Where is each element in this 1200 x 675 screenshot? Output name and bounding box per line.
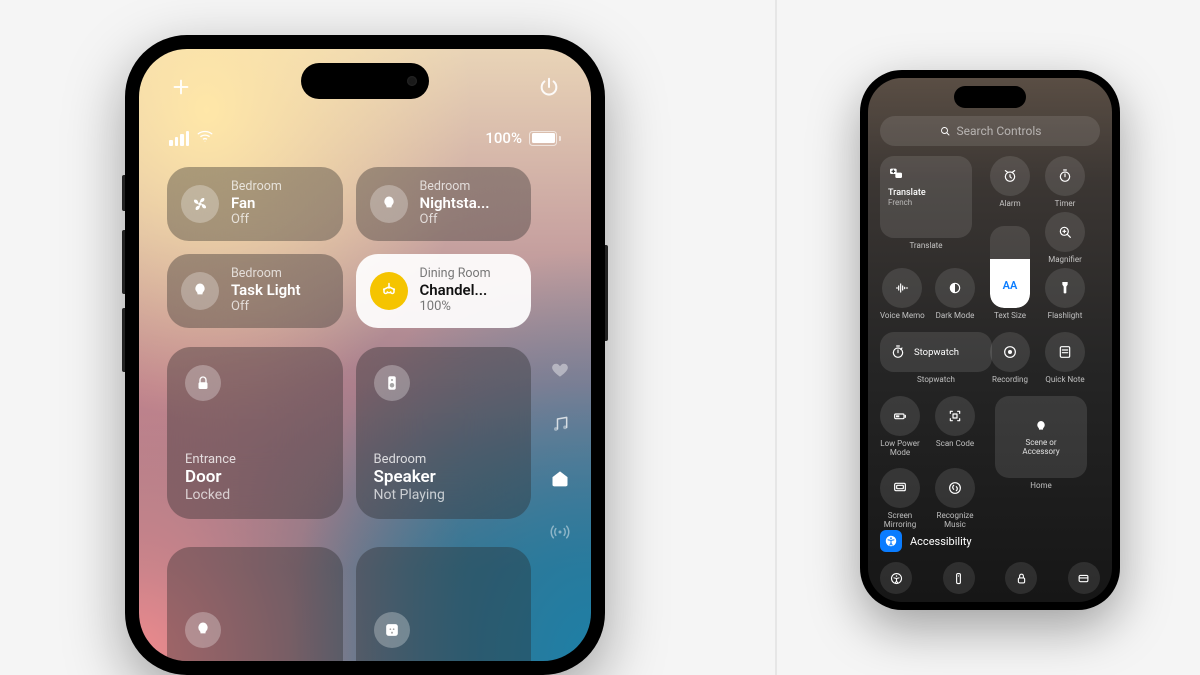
cellular-signal-icon bbox=[169, 131, 189, 146]
tile-bedroom-nightstand[interactable]: Bedroom Nightsta... Off bbox=[356, 167, 532, 241]
side-broadcast-icon[interactable] bbox=[549, 521, 571, 543]
alarm-icon bbox=[1002, 168, 1018, 184]
fan-icon bbox=[181, 185, 219, 223]
tile-state: 100% bbox=[420, 299, 491, 314]
control-timer[interactable]: Timer bbox=[1045, 156, 1085, 209]
tile-name: Chandel... bbox=[420, 282, 491, 300]
side-music-icon[interactable] bbox=[549, 413, 571, 435]
page-dot-wallet[interactable] bbox=[1068, 562, 1100, 594]
tile-state: Not Playing bbox=[374, 487, 514, 503]
bulb-icon bbox=[1033, 419, 1049, 435]
control-magnifier[interactable]: Magnifier bbox=[1045, 212, 1085, 265]
tile-room: Bedroom bbox=[420, 180, 490, 195]
accessibility-icon bbox=[880, 530, 902, 552]
shazam-icon bbox=[947, 480, 963, 496]
side-favorites-icon[interactable] bbox=[549, 359, 571, 381]
battery-percent: 100% bbox=[485, 129, 522, 147]
tile-name: Speaker bbox=[374, 467, 514, 487]
tile-state: Locked bbox=[185, 487, 325, 503]
page-dot-lock[interactable] bbox=[1005, 562, 1037, 594]
stopwatch-icon bbox=[890, 344, 906, 360]
tile-bedroom-fan[interactable]: Bedroom Fan Off bbox=[167, 167, 343, 241]
accessibility-row[interactable]: Accessibility bbox=[880, 530, 972, 552]
control-recording[interactable]: Recording bbox=[990, 332, 1030, 385]
add-control-button[interactable] bbox=[169, 75, 193, 99]
control-dark-mode[interactable]: Dark Mode bbox=[935, 268, 975, 321]
home-control-center-screen: 100% Bedroom Fan Off Bedroom bbox=[139, 49, 591, 661]
phone-right-frame: Search Controls Translate French Transla… bbox=[860, 70, 1120, 610]
control-alarm[interactable]: Alarm bbox=[990, 156, 1030, 209]
search-placeholder: Search Controls bbox=[957, 124, 1042, 138]
battery-icon bbox=[892, 408, 908, 424]
power-button[interactable] bbox=[537, 75, 561, 99]
control-low-power[interactable]: Low Power Mode bbox=[880, 396, 920, 458]
wifi-icon bbox=[196, 127, 214, 149]
dynamic-island bbox=[301, 63, 429, 99]
control-text-size[interactable]: AA Text Size bbox=[990, 226, 1030, 321]
status-bar: 100% bbox=[139, 127, 591, 149]
control-recognize-music[interactable]: Recognize Music bbox=[935, 468, 975, 530]
tile-dining-chandelier[interactable]: Dining Room Chandel... 100% bbox=[356, 254, 532, 328]
tile-room: Bedroom bbox=[374, 452, 514, 467]
panel-divider bbox=[775, 0, 777, 675]
chandelier-icon bbox=[370, 272, 408, 310]
outlet-icon bbox=[374, 612, 410, 648]
tile-cut-outlet[interactable] bbox=[356, 547, 532, 661]
dark-mode-icon bbox=[947, 280, 963, 296]
control-scene-accessory[interactable]: Scene or Accessory Home bbox=[995, 396, 1087, 491]
magnifier-icon bbox=[1057, 224, 1073, 240]
record-icon bbox=[1002, 344, 1018, 360]
mirroring-icon bbox=[892, 480, 908, 496]
controls-gallery-screen: Search Controls Translate French Transla… bbox=[868, 78, 1112, 602]
tile-room: Entrance bbox=[185, 452, 325, 467]
phone-left-frame: 100% Bedroom Fan Off Bedroom bbox=[125, 35, 605, 675]
battery-icon bbox=[529, 131, 561, 146]
control-translate[interactable]: Translate French Translate bbox=[880, 156, 972, 251]
flashlight-icon bbox=[1057, 280, 1073, 296]
tile-name: Door bbox=[185, 467, 325, 487]
tile-room: Bedroom bbox=[231, 180, 282, 195]
tile-name: Task Light bbox=[231, 282, 301, 300]
control-flashlight[interactable]: Flashlight bbox=[1045, 268, 1085, 321]
text-size-slider[interactable]: AA bbox=[990, 226, 1030, 308]
qr-icon bbox=[947, 408, 963, 424]
tile-room: Bedroom bbox=[231, 267, 301, 282]
waveform-icon bbox=[894, 280, 910, 296]
lock-icon bbox=[185, 365, 221, 401]
speaker-icon bbox=[374, 365, 410, 401]
tile-name: Fan bbox=[231, 195, 282, 213]
bulb-icon bbox=[370, 185, 408, 223]
timer-icon bbox=[1057, 168, 1073, 184]
note-icon bbox=[1057, 344, 1073, 360]
page-dot-accessibility[interactable] bbox=[880, 562, 912, 594]
bulb-icon bbox=[181, 272, 219, 310]
translate-icon bbox=[888, 166, 904, 182]
side-home-icon[interactable] bbox=[549, 467, 571, 489]
tile-state: Off bbox=[420, 212, 490, 227]
dynamic-island bbox=[954, 86, 1026, 108]
control-quick-note[interactable]: Quick Note bbox=[1045, 332, 1085, 385]
tile-room: Dining Room bbox=[420, 267, 491, 282]
tile-entrance-door[interactable]: Entrance Door Locked bbox=[167, 347, 343, 519]
page-indicator-row bbox=[880, 562, 1100, 594]
tile-state: Off bbox=[231, 299, 301, 314]
bulb-icon bbox=[185, 612, 221, 648]
search-controls-field[interactable]: Search Controls bbox=[880, 116, 1100, 146]
control-voice-memo[interactable]: Voice Memo bbox=[880, 268, 925, 321]
search-icon bbox=[939, 125, 951, 137]
page-dot-remote[interactable] bbox=[943, 562, 975, 594]
tile-name: Nightsta... bbox=[420, 195, 490, 213]
control-scan-code[interactable]: Scan Code bbox=[935, 396, 975, 449]
control-stopwatch[interactable]: Stopwatch Stopwatch bbox=[880, 332, 992, 385]
tile-cut-light[interactable] bbox=[167, 547, 343, 661]
tile-bedroom-speaker[interactable]: Bedroom Speaker Not Playing bbox=[356, 347, 532, 519]
tile-bedroom-task-light[interactable]: Bedroom Task Light Off bbox=[167, 254, 343, 328]
control-screen-mirroring[interactable]: Screen Mirroring bbox=[880, 468, 920, 530]
tile-state: Off bbox=[231, 212, 282, 227]
